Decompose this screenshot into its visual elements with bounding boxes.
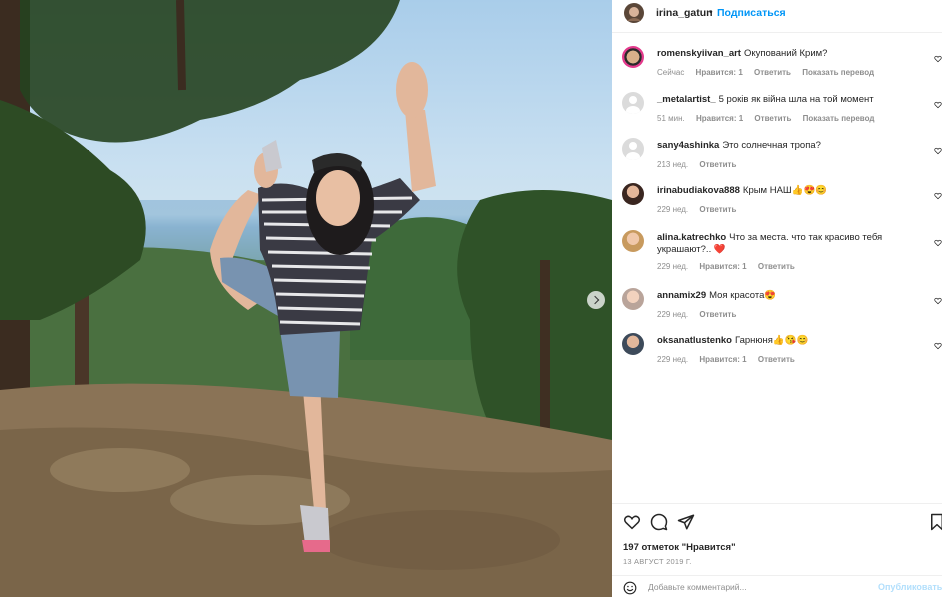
post-panel: irina_gatun • Подписаться romenskyiivan_… — [612, 0, 942, 597]
comment-username[interactable]: annamix29 — [657, 290, 706, 301]
comment-username[interactable]: irinabudiakova888 — [657, 185, 740, 196]
comment-time: 213 нед. — [657, 160, 689, 169]
author-username[interactable]: irina_gatun — [656, 7, 713, 19]
comment-meta: 229 нед. Ответить — [657, 310, 745, 319]
comment-heart-icon[interactable] — [934, 191, 942, 201]
comment-list[interactable]: romenskyiivan_art Окупований Крим? Сейчас… — [612, 34, 942, 502]
show-translation-button[interactable]: Показать перевод — [803, 114, 875, 123]
reply-button[interactable]: Ответить — [754, 114, 791, 123]
comment-username[interactable]: sany4ashinka — [657, 140, 719, 151]
add-comment-bar: Опубликовать — [612, 575, 942, 597]
comment-text: Это солнечная тропа? — [722, 140, 821, 151]
commenter-avatar[interactable] — [622, 183, 644, 205]
comment-likes[interactable]: Нравится: 1 — [696, 114, 743, 123]
reply-button[interactable]: Ответить — [699, 310, 736, 319]
comment-text: Моя красота😍 — [709, 290, 777, 301]
comment-heart-icon[interactable] — [934, 100, 942, 110]
comment-heart-icon[interactable] — [934, 146, 942, 156]
comment-likes[interactable]: Нравится: 1 — [699, 262, 746, 271]
comment-time: 51 мин. — [657, 114, 685, 123]
comment-meta: 213 нед. Ответить — [657, 160, 745, 169]
comment-heart-icon[interactable] — [934, 238, 942, 248]
follow-button[interactable]: Подписаться — [717, 7, 786, 19]
comment-text: Крым НАШ👍😍😊 — [742, 185, 828, 196]
reply-button[interactable]: Ответить — [699, 205, 736, 214]
comment-time: 229 нед. — [657, 205, 689, 214]
paper-plane-icon[interactable] — [677, 513, 695, 531]
comment-body: romenskyiivan_art Окупований Крим? — [657, 48, 927, 60]
comment-likes[interactable]: Нравится: 1 — [699, 355, 746, 364]
post-actions: 197 отметок "Нравится" 13 АВГУСТ 2019 Г.… — [612, 503, 942, 597]
heart-icon[interactable] — [623, 513, 641, 531]
comment-username[interactable]: alina.katrechko — [657, 232, 726, 243]
comment-bubble-icon[interactable] — [650, 513, 668, 531]
bookmark-icon[interactable] — [928, 513, 942, 531]
reply-button[interactable]: Ответить — [754, 68, 791, 77]
comment-body: sany4ashinka Это солнечная тропа? — [657, 140, 927, 152]
reply-button[interactable]: Ответить — [699, 160, 736, 169]
comment-time: 229 нед. — [657, 310, 689, 319]
header-separator: • — [709, 6, 713, 18]
likes-count[interactable]: 197 отметок "Нравится" — [623, 542, 736, 553]
comment-meta: Сейчас Нравится: 1 Ответить Показать пер… — [657, 68, 883, 77]
post-header: irina_gatun • Подписаться — [612, 0, 942, 33]
comment-input[interactable] — [648, 580, 868, 594]
commenter-avatar[interactable] — [622, 46, 644, 68]
photo-scene — [0, 0, 612, 597]
comment-body: annamix29 Моя красота😍 — [657, 290, 927, 302]
post-comment-button[interactable]: Опубликовать — [878, 582, 942, 592]
comment-meta: 229 нед. Ответить — [657, 205, 745, 214]
commenter-avatar[interactable] — [622, 138, 644, 160]
comment-meta: 229 нед. Нравится: 1 Ответить — [657, 355, 804, 364]
comment-text: Гарнюня👍😘😊 — [734, 335, 809, 346]
comment-meta: 51 мин. Нравится: 1 Ответить Показать пе… — [657, 114, 883, 123]
commenter-avatar[interactable] — [622, 92, 644, 114]
show-translation-button[interactable]: Показать перевод — [802, 68, 874, 77]
carousel-next-button[interactable] — [587, 291, 605, 309]
post-photo — [0, 0, 612, 597]
post-date: 13 АВГУСТ 2019 Г. — [623, 557, 692, 566]
comment-username[interactable]: oksanatlustenko — [657, 335, 732, 346]
comment-time: Сейчас — [657, 68, 685, 77]
chevron-right-icon — [590, 295, 600, 305]
comment-likes[interactable]: Нравится: 1 — [696, 68, 743, 77]
comment-heart-icon[interactable] — [934, 341, 942, 351]
commenter-avatar[interactable] — [622, 230, 644, 252]
comment-time: 229 нед. — [657, 262, 689, 271]
commenter-avatar[interactable] — [622, 333, 644, 355]
comment-body: oksanatlustenko Гарнюня👍😘😊 — [657, 335, 927, 347]
comment-body: _metalartist_ 5 років як війна шла на той… — [657, 94, 927, 106]
comment-body: alina.katrechko Что за места. что так кра… — [657, 232, 927, 256]
reply-button[interactable]: Ответить — [758, 262, 795, 271]
comment-username[interactable]: _metalartist_ — [657, 94, 716, 105]
comment-heart-icon[interactable] — [934, 296, 942, 306]
emoji-smile-icon[interactable] — [623, 581, 637, 595]
comment-username[interactable]: romenskyiivan_art — [657, 48, 741, 59]
comment-body: irinabudiakova888 Крым НАШ👍😍😊 — [657, 185, 927, 197]
comment-text: Окупований Крим? — [743, 48, 828, 59]
comment-meta: 229 нед. Нравится: 1 Ответить — [657, 262, 804, 271]
comment-heart-icon[interactable] — [934, 54, 942, 64]
reply-button[interactable]: Ответить — [758, 355, 795, 364]
author-avatar[interactable] — [624, 3, 644, 23]
commenter-avatar[interactable] — [622, 288, 644, 310]
comment-time: 229 нед. — [657, 355, 689, 364]
comment-text: 5 років як війна шла на той момент — [718, 94, 874, 105]
